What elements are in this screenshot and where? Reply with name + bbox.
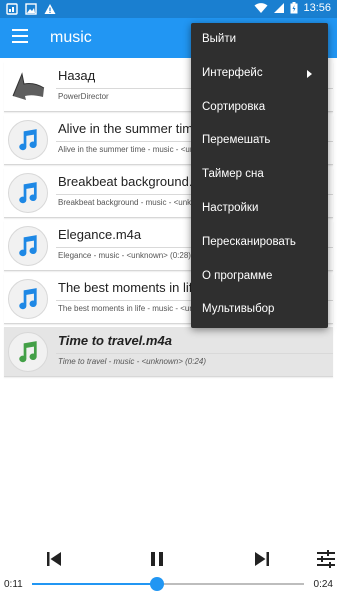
- list-item-title: Elegance.m4a: [58, 227, 142, 242]
- menu-item-interface[interactable]: Интерфейс: [191, 57, 328, 91]
- app-title: music: [50, 29, 92, 46]
- notification-icon: [6, 3, 18, 15]
- menu-item-multiselect[interactable]: Мультивыбор: [191, 293, 328, 327]
- menu-item-exit[interactable]: Выйти: [191, 23, 328, 57]
- music-note-playing-icon: [8, 332, 48, 372]
- menu-item-sleep-timer[interactable]: Таймер сна: [191, 158, 328, 192]
- list-item-title: Назад: [58, 68, 96, 83]
- warning-icon: [44, 4, 56, 14]
- menu-item-settings[interactable]: Настройки: [191, 192, 328, 226]
- music-note-icon: [8, 120, 48, 160]
- wifi-icon: [254, 3, 268, 13]
- menu-item-about[interactable]: О программе: [191, 260, 328, 294]
- skip-previous-icon[interactable]: [40, 545, 68, 573]
- list-item-subtitle: Time to travel - music - <unknown> (0:24…: [58, 357, 206, 366]
- back-arrow-icon: [10, 70, 46, 100]
- list-item-song-playing[interactable]: Time to travel.m4a Time to travel - musi…: [4, 327, 333, 377]
- elapsed-time: 0:11: [4, 579, 23, 590]
- clock: 13:56: [303, 2, 331, 14]
- music-note-icon: [8, 226, 48, 266]
- hamburger-menu-icon[interactable]: [12, 29, 28, 45]
- list-item-title: Time to travel.m4a: [58, 333, 172, 348]
- overflow-menu: Выйти Интерфейс Сортировка Перемешать Та…: [191, 23, 328, 328]
- music-note-icon: [8, 279, 48, 319]
- list-item-subtitle: PowerDirector: [58, 92, 109, 101]
- equalizer-icon[interactable]: [312, 545, 337, 573]
- submenu-arrow-icon: [307, 69, 312, 78]
- menu-item-label: Интерфейс: [202, 66, 263, 79]
- duration-time: 0:24: [313, 579, 333, 590]
- player-controls: [0, 545, 337, 575]
- menu-item-rescan[interactable]: Пересканировать: [191, 226, 328, 260]
- skip-next-icon[interactable]: [248, 545, 276, 573]
- signal-icon: [274, 3, 285, 13]
- image-icon: [25, 3, 37, 15]
- menu-item-shuffle[interactable]: Перемешать: [191, 124, 328, 158]
- seek-thumb[interactable]: [150, 577, 165, 591]
- seek-bar[interactable]: [32, 577, 304, 591]
- list-item-subtitle: Elegance - music - <unknown> (0:28): [58, 251, 191, 260]
- battery-icon: [290, 2, 298, 14]
- seek-progress: [32, 583, 158, 585]
- menu-item-sort[interactable]: Сортировка: [191, 91, 328, 125]
- pause-icon[interactable]: [143, 545, 171, 573]
- status-bar: 13:56: [0, 0, 337, 18]
- music-note-icon: [8, 173, 48, 213]
